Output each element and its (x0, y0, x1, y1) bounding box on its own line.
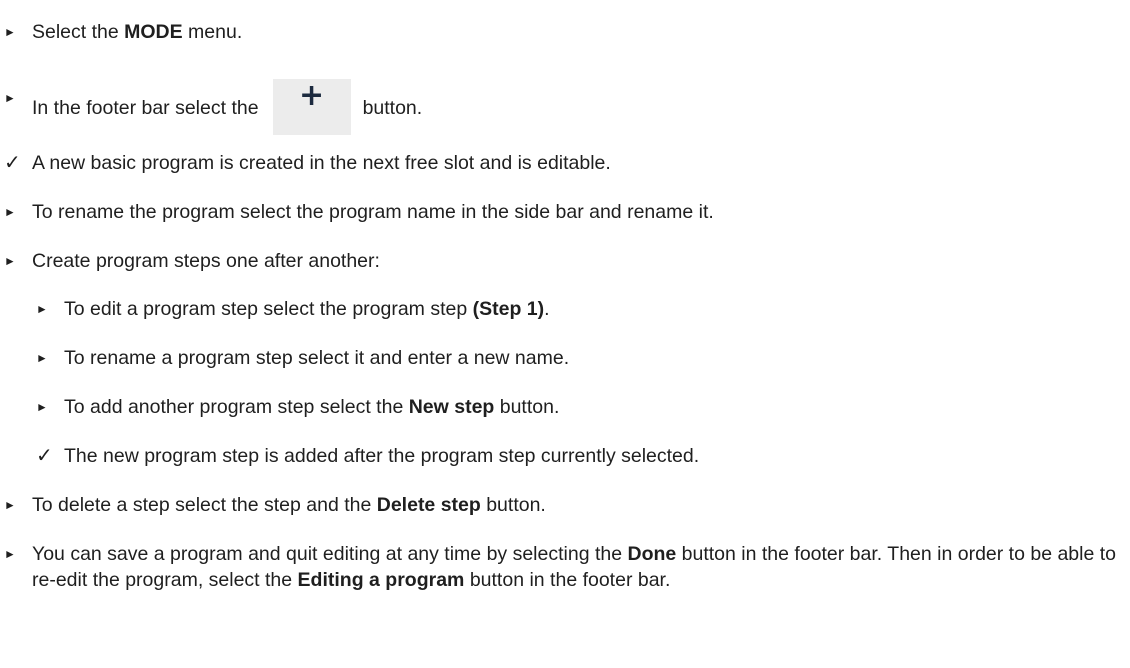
arrow-right-triangle-icon: ► (4, 547, 16, 561)
new-step-button-label: New step (408, 396, 495, 418)
plus-icon: + (298, 78, 325, 113)
checkmark-icon: ✓ (36, 445, 53, 467)
arrow-right-triangle-icon: ► (4, 498, 16, 512)
instruction-text: Create program steps one after another: (32, 250, 380, 272)
substep-text: To rename a program step select it and e… (64, 347, 570, 369)
arrow-right-triangle-icon: ► (4, 25, 16, 39)
checkmark-icon: ✓ (4, 152, 21, 174)
arrow-right-triangle-icon: ► (36, 400, 48, 414)
arrow-right-triangle-icon: ► (4, 254, 16, 268)
instruction-text: You can save a program and quit editing … (32, 543, 1117, 591)
instruction-text: To rename the program select the program… (32, 201, 714, 223)
done-button-label: Done (627, 543, 677, 565)
mode-menu-label: MODE (124, 21, 183, 43)
editing-a-program-button-label: Editing a program (297, 569, 465, 591)
arrow-right-triangle-icon: ► (4, 91, 16, 105)
result-text: The new program step is added after the … (64, 445, 700, 467)
result-text: A new basic program is created in the ne… (32, 152, 611, 174)
arrow-right-triangle-icon: ► (36, 351, 48, 365)
arrow-right-triangle-icon: ► (4, 205, 16, 219)
substep-text: To edit a program step select the progra… (64, 298, 550, 320)
instruction-text: To delete a step select the step and the… (32, 494, 546, 516)
delete-step-button-label: Delete step (376, 494, 481, 516)
instruction-text: Select the MODE menu. (32, 21, 243, 43)
step-1-label: (Step 1) (472, 298, 545, 320)
substep-text: To add another program step select the N… (64, 396, 560, 418)
instruction-text: In the footer bar select the + button. (32, 78, 1116, 137)
add-program-button[interactable]: + (272, 78, 351, 135)
arrow-right-triangle-icon: ► (36, 302, 48, 316)
